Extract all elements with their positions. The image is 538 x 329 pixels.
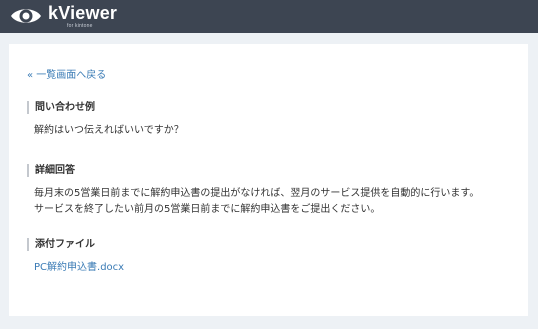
section-title: 問い合わせ例 — [27, 101, 507, 114]
section-attachments: 添付ファイル PC解約申込書.docx — [27, 238, 507, 276]
body-line: サービスを終了したい前月の5営業日前までに解約申込書をご提出ください。 — [34, 204, 381, 215]
app-header: kViewer for kintone — [0, 0, 538, 33]
attachment-file-link[interactable]: PC解約申込書.docx — [34, 262, 124, 273]
section-body: 毎月末の5営業日前までに解約申込書の提出がなければ、翌月のサービス提供を自動的に… — [27, 186, 517, 218]
body-line: 毎月末の5営業日前までに解約申込書の提出がなければ、翌月のサービス提供を自動的に… — [34, 188, 480, 199]
section-inquiry: 問い合わせ例 解約はいつ伝えればいいですか？ — [27, 101, 507, 139]
app-subtitle: for kintone — [67, 23, 93, 29]
back-to-list-link[interactable]: « 一覧画面へ戻る — [27, 66, 106, 81]
detail-card: « 一覧画面へ戻る 問い合わせ例 解約はいつ伝えればいいですか？ 詳細回答 毎月… — [9, 44, 528, 316]
body-line: 解約はいつ伝えればいいですか？ — [34, 125, 184, 136]
section-title: 詳細回答 — [27, 164, 517, 177]
section-title: 添付ファイル — [27, 238, 507, 251]
eye-icon — [11, 9, 41, 23]
section-answer: 詳細回答 毎月末の5営業日前までに解約申込書の提出がなければ、翌月のサービス提供… — [27, 164, 517, 218]
section-body: PC解約申込書.docx — [27, 260, 507, 276]
app-title: kViewer — [48, 3, 118, 23]
section-body: 解約はいつ伝えればいいですか？ — [27, 123, 507, 139]
